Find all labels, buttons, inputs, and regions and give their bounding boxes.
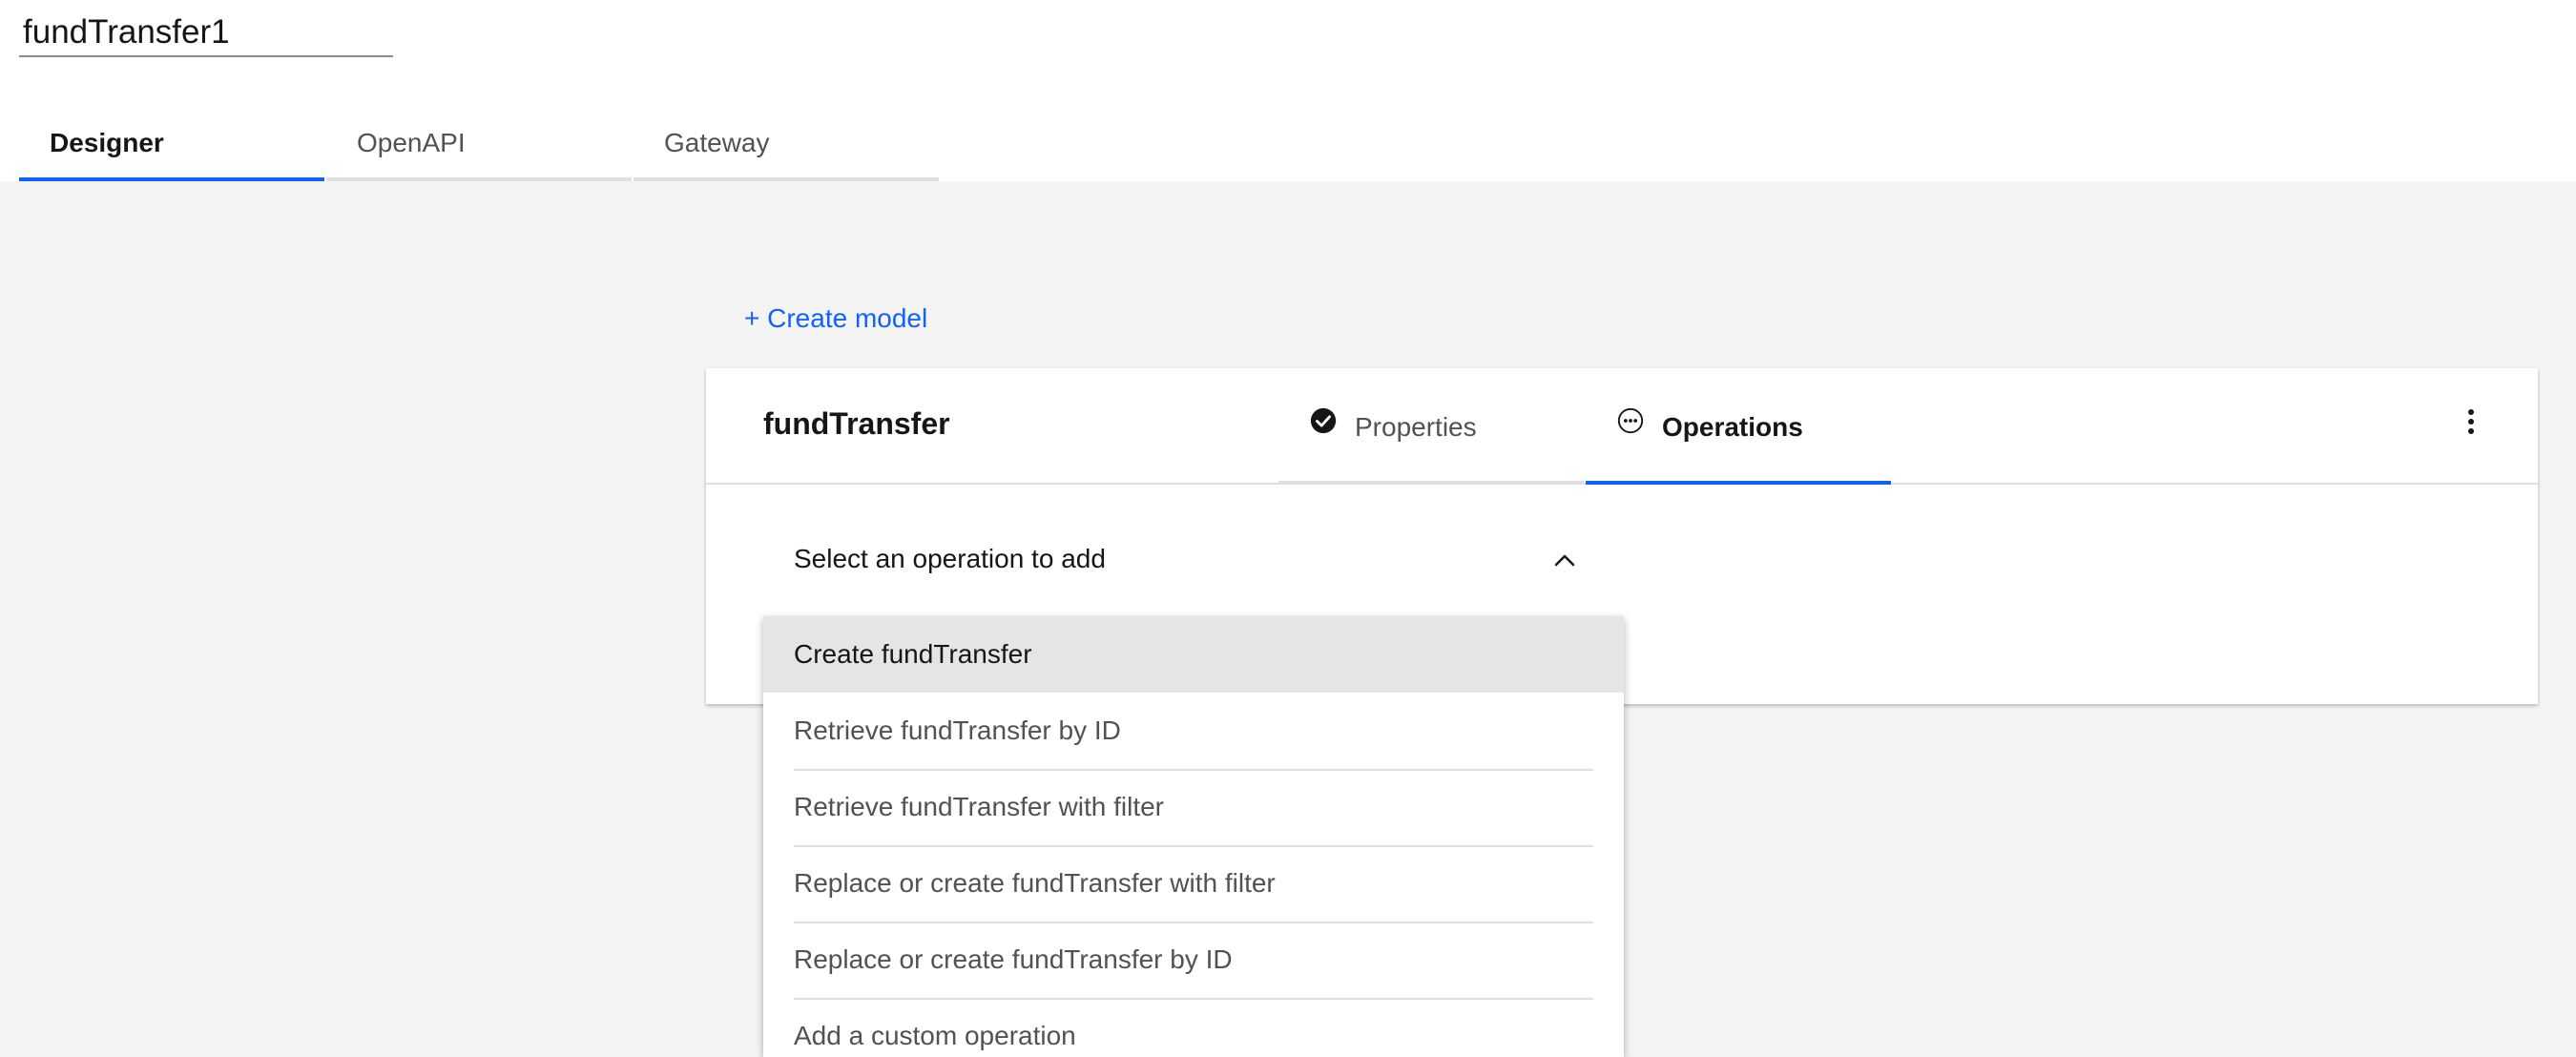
create-model-link[interactable]: + Create model: [744, 303, 927, 334]
divider: [794, 769, 1593, 771]
menu-item-replace-with-filter[interactable]: Replace or create fundTransfer with filt…: [763, 845, 1624, 922]
menu-item-label: Replace or create fundTransfer with filt…: [794, 868, 1276, 898]
model-card-header: fundTransfer Properties Operations: [706, 368, 2538, 485]
divider: [794, 922, 1593, 923]
designer-canvas: + Create model fundTransfer Properties O…: [0, 181, 2576, 1057]
divider: [794, 998, 1593, 1000]
menu-item-retrieve-by-id[interactable]: Retrieve fundTransfer by ID: [763, 693, 1624, 769]
tab-properties[interactable]: Properties: [1278, 403, 1584, 485]
tab-operations[interactable]: Operations: [1586, 403, 1891, 485]
divider: [794, 845, 1593, 847]
menu-item-label: Retrieve fundTransfer with filter: [794, 792, 1164, 821]
tab-gateway[interactable]: Gateway: [634, 114, 939, 181]
operation-select-placeholder: Select an operation to add: [794, 544, 1106, 573]
overflow-circle-icon: [1617, 407, 1644, 434]
page: Designer OpenAPI Gateway + Create model …: [0, 0, 2576, 1057]
tab-label: Operations: [1662, 412, 1803, 442]
tab-label: Gateway: [664, 128, 770, 157]
menu-item-label: Retrieve fundTransfer by ID: [794, 715, 1121, 745]
menu-item-custom-operation[interactable]: Add a custom operation: [763, 998, 1624, 1057]
tab-label: Designer: [50, 128, 164, 157]
api-name-input[interactable]: [19, 10, 393, 57]
menu-item-label: Create fundTransfer: [794, 639, 1032, 669]
overflow-menu-vertical-icon: [2468, 409, 2474, 434]
menu-item-create[interactable]: Create fundTransfer: [763, 616, 1624, 693]
menu-item-label: Add a custom operation: [794, 1021, 1076, 1050]
operation-select[interactable]: Select an operation to add: [763, 521, 1622, 601]
operation-dropdown-menu: Create fundTransfer Retrieve fundTransfe…: [763, 616, 1624, 1057]
checkmark-filled-icon: [1310, 407, 1337, 434]
menu-item-retrieve-with-filter[interactable]: Retrieve fundTransfer with filter: [763, 769, 1624, 845]
chevron-up-icon: [1554, 554, 1575, 567]
tab-openapi[interactable]: OpenAPI: [326, 114, 632, 181]
overflow-menu-button[interactable]: [2442, 393, 2500, 450]
menu-item-label: Replace or create fundTransfer by ID: [794, 944, 1233, 974]
model-name: fundTransfer: [763, 406, 950, 441]
menu-item-replace-by-id[interactable]: Replace or create fundTransfer by ID: [763, 922, 1624, 998]
tab-designer[interactable]: Designer: [19, 114, 324, 181]
tab-label: Properties: [1355, 412, 1477, 442]
top-bar: Designer OpenAPI Gateway: [0, 0, 2576, 181]
tab-label: OpenAPI: [357, 128, 466, 157]
